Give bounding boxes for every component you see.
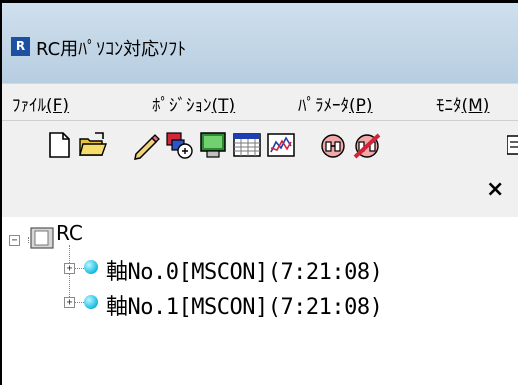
- menu-bar: ﾌｧｲﾙ(F) ﾎﾟｼﾞｼｮﾝ(T) ﾊﾟﾗﾒｰﾀ(P) ﾓﾆﾀ(M): [2, 83, 518, 121]
- tree-item-axis-0[interactable]: 軸No.0[MSCON](7:21:08): [106, 254, 383, 286]
- menu-parameter[interactable]: ﾊﾟﾗﾒｰﾀ(P): [298, 91, 373, 116]
- menu-file-label: ﾌｧｲﾙ: [12, 96, 46, 116]
- toolbar: [2, 121, 518, 173]
- window-title: RC用ﾊﾟｿｺﾝ対応ｿﾌﾄ: [36, 39, 187, 60]
- new-file-icon[interactable]: [44, 130, 74, 160]
- graph-icon[interactable]: [266, 130, 296, 160]
- controller-icon: [30, 227, 54, 249]
- tree-connector: [74, 302, 84, 303]
- menu-monitor[interactable]: ﾓﾆﾀ(M): [436, 91, 489, 116]
- print-icon[interactable]: [507, 130, 518, 160]
- menu-position[interactable]: ﾎﾟｼﾞｼｮﾝ(T): [152, 91, 235, 116]
- menu-parameter-key: (P): [349, 96, 373, 116]
- disconnect-icon[interactable]: [352, 130, 382, 160]
- close-icon[interactable]: ×: [486, 177, 504, 202]
- menu-monitor-label: ﾓﾆﾀ: [436, 96, 462, 116]
- menu-position-key: (T): [211, 96, 236, 116]
- expand-icon[interactable]: +: [64, 297, 75, 308]
- status-dot-icon: [84, 260, 98, 274]
- title-bar[interactable]: R RC用ﾊﾟｿｺﾝ対応ｿﾌﾄ: [2, 3, 518, 83]
- status-dot-icon: [84, 295, 98, 309]
- edit-pencil-icon[interactable]: [130, 130, 160, 160]
- monitor-icon[interactable]: [198, 130, 228, 160]
- menu-file-key: (F): [46, 96, 70, 116]
- menu-parameter-label: ﾊﾟﾗﾒｰﾀ: [298, 96, 349, 116]
- axis-tree: − RC + 軸No.0[MSCON](7:21:08) + 軸No.1[MSC…: [2, 217, 518, 385]
- collapse-icon[interactable]: −: [9, 235, 20, 246]
- app-icon: R: [11, 37, 30, 56]
- teaching-icon[interactable]: [164, 130, 194, 160]
- tree-connector: [28, 237, 29, 243]
- table-icon[interactable]: [232, 130, 262, 160]
- app-window: R RC用ﾊﾟｿｺﾝ対応ｿﾌﾄ ﾌｧｲﾙ(F) ﾎﾟｼﾞｼｮﾝ(T) ﾊﾟﾗﾒｰ…: [0, 0, 518, 385]
- menu-file[interactable]: ﾌｧｲﾙ(F): [12, 91, 69, 116]
- connect-icon[interactable]: [318, 130, 348, 160]
- tree-root-label[interactable]: RC: [56, 221, 83, 245]
- expand-icon[interactable]: +: [64, 263, 75, 274]
- tree-connector: [74, 268, 84, 269]
- panel-header: ×: [2, 173, 518, 218]
- open-folder-icon[interactable]: [78, 130, 108, 160]
- menu-monitor-key: (M): [461, 96, 490, 116]
- tree-item-axis-1[interactable]: 軸No.1[MSCON](7:21:08): [106, 289, 383, 321]
- menu-position-label: ﾎﾟｼﾞｼｮﾝ: [152, 96, 212, 116]
